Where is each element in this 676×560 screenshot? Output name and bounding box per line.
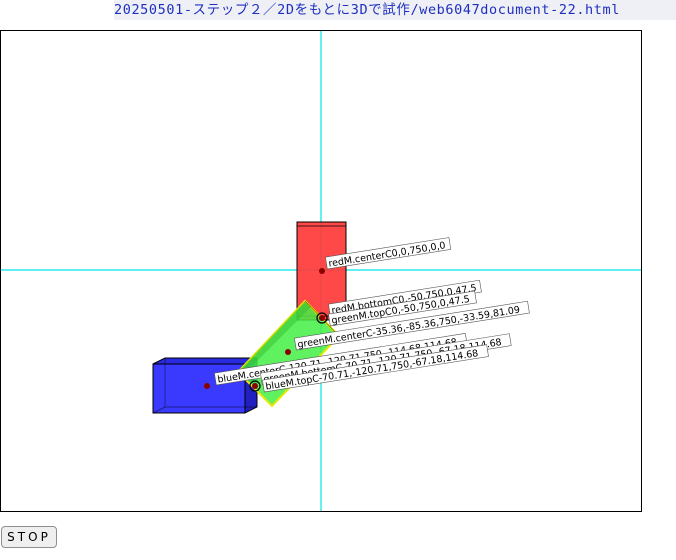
- page-title: 20250501-ステップ２／2Dをもとに3Dで試作/web6047docume…: [114, 0, 676, 20]
- render-canvas[interactable]: redM.centerC0,0,750,0,0 redM.bottomC0,-5…: [0, 30, 642, 512]
- point-red-center: [319, 268, 325, 274]
- stop-button[interactable]: STOP: [1, 526, 57, 548]
- point-green-bottom: [252, 383, 258, 389]
- point-blue-center: [204, 383, 210, 389]
- point-green-center: [285, 349, 291, 355]
- scene-svg: redM.centerC0,0,750,0,0 redM.bottomC0,-5…: [1, 31, 641, 511]
- point-red-bottom: [319, 315, 325, 321]
